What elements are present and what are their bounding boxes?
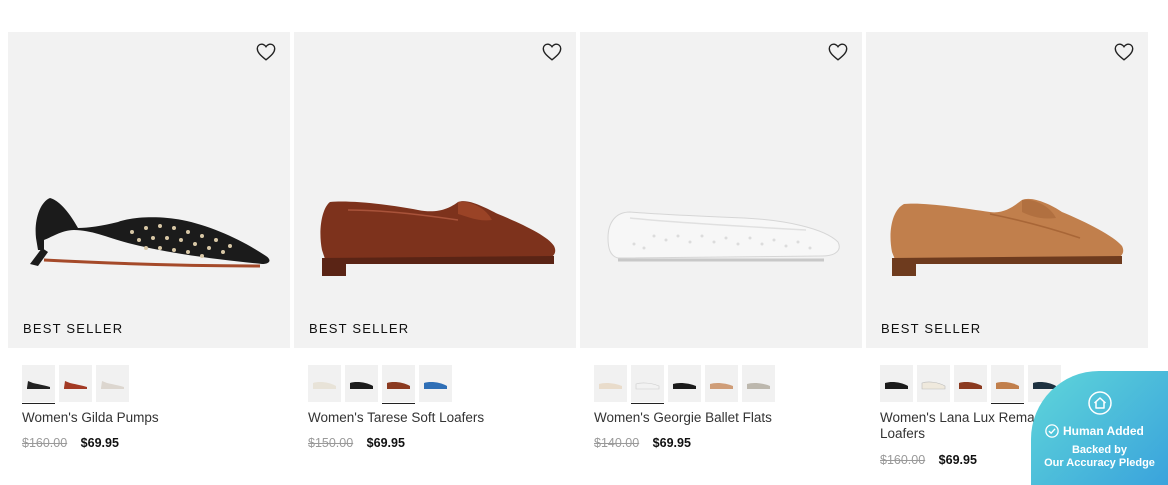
color-swatch[interactable] — [631, 365, 664, 404]
color-swatch[interactable] — [22, 365, 55, 404]
product-image-area[interactable]: BEST SELLER — [866, 32, 1148, 348]
color-swatch[interactable] — [594, 365, 627, 402]
original-price: $160.00 — [880, 453, 926, 467]
color-swatch[interactable] — [917, 365, 950, 402]
sale-price: $69.95 — [80, 436, 119, 450]
best-seller-badge: BEST SELLER — [23, 321, 124, 336]
color-swatch[interactable] — [742, 365, 775, 402]
color-swatch[interactable] — [954, 365, 987, 402]
best-seller-badge: BEST SELLER — [881, 321, 982, 336]
price-row: $160.00 $69.95 — [880, 453, 977, 467]
color-swatch[interactable] — [419, 365, 452, 402]
color-swatch[interactable] — [96, 365, 129, 402]
color-swatch[interactable] — [59, 365, 92, 402]
pledge-subtitle: Backed by Our Accuracy Pledge — [1031, 444, 1168, 470]
product-grid: BEST SELLER Women's Gilda Pumps $160.00 … — [8, 32, 1168, 485]
pledge-title: Human Added — [1063, 424, 1144, 438]
product-card[interactable]: Women's Georgie Ballet Flats $140.00 $69… — [580, 32, 862, 482]
product-name[interactable]: Women's Tarese Soft Loafers — [308, 410, 568, 426]
sale-price: $69.95 — [938, 453, 977, 467]
color-swatch[interactable] — [308, 365, 341, 402]
product-image — [890, 198, 1124, 276]
product-image — [30, 198, 270, 268]
product-image-area[interactable] — [580, 32, 862, 348]
product-name[interactable]: Women's Georgie Ballet Flats — [594, 410, 854, 426]
price-row: $150.00 $69.95 — [308, 436, 405, 450]
original-price: $150.00 — [308, 436, 354, 450]
wishlist-heart-icon[interactable] — [1113, 41, 1135, 63]
original-price: $160.00 — [22, 436, 68, 450]
color-swatches — [22, 365, 129, 404]
product-image — [320, 201, 556, 276]
color-swatch[interactable] — [991, 365, 1024, 404]
wishlist-heart-icon[interactable] — [255, 41, 277, 63]
product-name[interactable]: Women's Gilda Pumps — [22, 410, 282, 426]
best-seller-badge: BEST SELLER — [309, 321, 410, 336]
sale-price: $69.95 — [366, 436, 405, 450]
color-swatch[interactable] — [345, 365, 378, 402]
color-swatches — [880, 365, 1061, 404]
pledge-line-2: Our Accuracy Pledge — [1044, 457, 1155, 469]
product-card[interactable]: BEST SELLER Women's Tarese Soft Loafers … — [294, 32, 576, 482]
color-swatches — [308, 365, 452, 404]
check-circle-icon — [1045, 424, 1059, 438]
color-swatch[interactable] — [382, 365, 415, 404]
product-card[interactable]: BEST SELLER Women's Gilda Pumps $160.00 … — [8, 32, 290, 482]
color-swatches — [594, 365, 775, 404]
color-swatch[interactable] — [880, 365, 913, 402]
color-swatch[interactable] — [668, 365, 701, 402]
price-row: $140.00 $69.95 — [594, 436, 691, 450]
original-price: $140.00 — [594, 436, 640, 450]
price-row: $160.00 $69.95 — [22, 436, 119, 450]
wishlist-heart-icon[interactable] — [827, 41, 849, 63]
wishlist-heart-icon[interactable] — [541, 41, 563, 63]
sale-price: $69.95 — [652, 436, 691, 450]
product-image-area[interactable]: BEST SELLER — [294, 32, 576, 348]
product-image — [607, 211, 840, 262]
pledge-line-1: Backed by — [1071, 444, 1128, 456]
color-swatch[interactable] — [705, 365, 738, 402]
house-icon — [1088, 391, 1112, 415]
pledge-title-row: Human Added — [1045, 424, 1144, 438]
product-image-area[interactable]: BEST SELLER — [8, 32, 290, 348]
